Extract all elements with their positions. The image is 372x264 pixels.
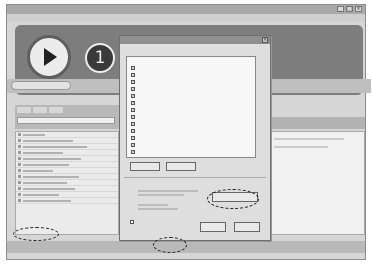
right-toolbar (269, 117, 365, 129)
checkbox-icon[interactable]: ✓ (131, 87, 135, 91)
folder-path (138, 190, 198, 192)
callout-bottom-left (13, 227, 59, 241)
folder-path (138, 194, 184, 196)
tab-2[interactable] (33, 107, 47, 113)
title-bar: _ □ × (7, 5, 365, 14)
list-item-text (23, 175, 79, 178)
list-item-text (23, 151, 63, 154)
list-item-text (23, 169, 53, 172)
callout-change-button (207, 189, 259, 209)
checkbox-icon[interactable]: ✓ (131, 115, 135, 119)
search-input[interactable] (17, 117, 115, 124)
file-icon (18, 139, 21, 142)
window-controls: _ □ × (337, 6, 362, 12)
file-icon (18, 133, 21, 136)
list-item-text (23, 145, 87, 148)
list-item[interactable]: ✓ (131, 142, 137, 148)
minimize-button[interactable]: _ (337, 6, 344, 12)
list-item[interactable]: ✓ (131, 128, 137, 134)
checkbox-icon[interactable]: ✓ (131, 129, 135, 133)
option-checkbox[interactable] (130, 220, 136, 224)
settings-dialog: × ✓ ✓ ✓ ✓ ✓ ✓ ✓ ✓ ✓ ✓ ✓ ✓ ✓ (119, 35, 271, 241)
tab-1[interactable] (17, 107, 31, 113)
folder-path (138, 208, 178, 210)
checkbox-icon[interactable]: ✓ (131, 108, 135, 112)
track-number-icon: 1 (85, 43, 115, 73)
close-button[interactable]: × (355, 6, 362, 12)
checkbox-icon[interactable]: ✓ (131, 101, 135, 105)
checkbox-icon[interactable]: ✓ (131, 136, 135, 140)
checkbox-icon[interactable]: ✓ (131, 122, 135, 126)
file-icon (18, 169, 21, 172)
details-line (274, 146, 328, 148)
list-item-text (23, 187, 75, 190)
folder-path (138, 204, 168, 206)
file-icon (18, 163, 21, 166)
list-item-text (23, 157, 81, 160)
deselect-all-button[interactable] (166, 162, 196, 171)
file-icon (18, 187, 21, 190)
file-icon (18, 157, 21, 160)
checkbox-icon[interactable]: ✓ (131, 80, 135, 84)
library-list[interactable] (15, 131, 119, 235)
menu-bar (7, 14, 365, 21)
list-item[interactable]: ✓ (131, 114, 137, 120)
list-item[interactable]: ✓ (131, 86, 137, 92)
library-toolbar (15, 105, 119, 129)
details-line (274, 138, 344, 140)
list-item[interactable]: ✓ (131, 65, 137, 71)
list-item[interactable]: ✓ (131, 79, 137, 85)
list-item[interactable]: ✓ (131, 72, 137, 78)
file-icon (18, 181, 21, 184)
list-item-text (23, 163, 69, 166)
file-icon (18, 175, 21, 178)
checkbox-icon[interactable]: ✓ (131, 150, 135, 154)
list-item[interactable]: ✓ (131, 135, 137, 141)
checkbox-icon[interactable]: ✓ (131, 73, 135, 77)
options-listbox[interactable]: ✓ ✓ ✓ ✓ ✓ ✓ ✓ ✓ ✓ ✓ ✓ ✓ ✓ (126, 56, 256, 158)
list-item-text (23, 133, 45, 136)
list-item[interactable] (16, 198, 118, 204)
cancel-button[interactable] (234, 222, 260, 232)
dialog-close-button[interactable]: × (262, 37, 268, 43)
list-item[interactable]: ✓ (131, 121, 137, 127)
list-item-text (23, 139, 73, 142)
file-icon (18, 199, 21, 202)
list-item-text (23, 199, 71, 202)
dialog-title-bar: × (120, 36, 270, 44)
details-pane (269, 131, 365, 235)
file-icon (18, 151, 21, 154)
list-item[interactable]: ✓ (131, 107, 137, 113)
maximize-button[interactable]: □ (346, 6, 353, 12)
list-item[interactable]: ✓ (131, 149, 137, 155)
callout-bottom-center (153, 237, 187, 253)
app-window: _ □ × 1 × ✓ ✓ ✓ ✓ ✓ ✓ ✓ ✓ ✓ ✓ ✓ ✓ ✓ (6, 4, 371, 260)
divider (124, 177, 266, 178)
checkbox-icon[interactable]: ✓ (131, 143, 135, 147)
checkbox-icon[interactable] (130, 220, 134, 224)
checkbox-icon[interactable]: ✓ (131, 66, 135, 70)
tab-3[interactable] (49, 107, 63, 113)
file-icon (18, 145, 21, 148)
list-item[interactable]: ✓ (131, 93, 137, 99)
list-item-text (23, 193, 59, 196)
list-item-text (23, 181, 67, 184)
checkbox-icon[interactable]: ✓ (131, 94, 135, 98)
list-item[interactable]: ✓ (131, 100, 137, 106)
play-icon[interactable] (27, 35, 71, 79)
select-all-button[interactable] (130, 162, 160, 171)
file-icon (18, 193, 21, 196)
ok-button[interactable] (200, 222, 226, 232)
seek-slider[interactable] (11, 81, 71, 90)
